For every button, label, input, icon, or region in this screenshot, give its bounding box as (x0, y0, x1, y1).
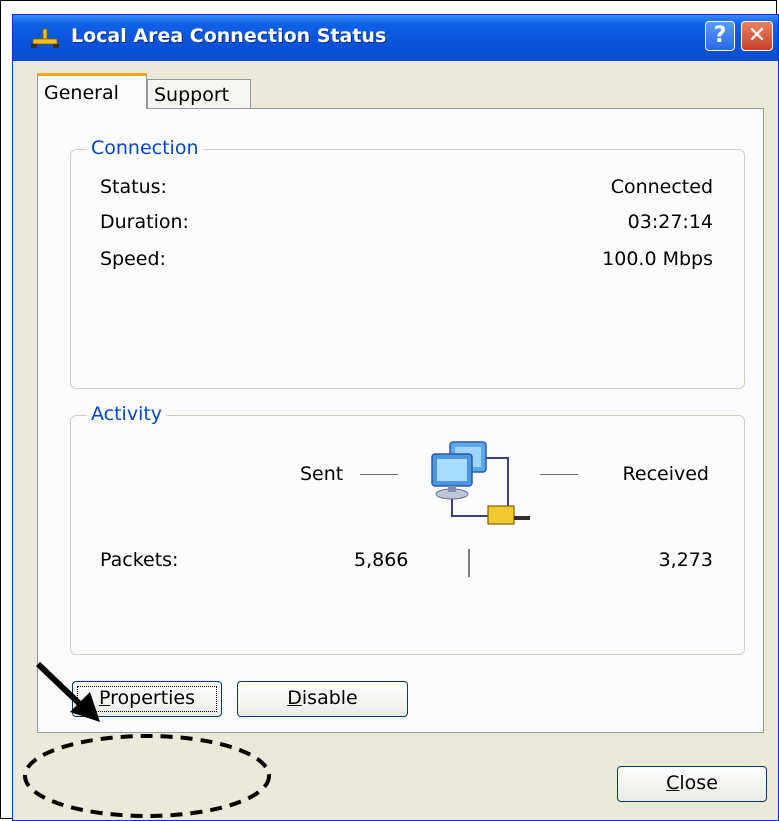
status-label: Status: (100, 176, 167, 198)
network-computers-icon (431, 441, 530, 525)
focus-ring (77, 686, 217, 712)
sent-line (360, 474, 398, 475)
speed-value: 100.0 Mbps (602, 248, 713, 270)
tab-support[interactable]: Support (147, 79, 251, 109)
close-label: lose (679, 772, 718, 794)
sent-label: Sent (300, 463, 344, 485)
activity-legend: Activity (87, 403, 167, 425)
help-button[interactable]: ? (705, 21, 735, 51)
packets-received-value: 3,273 (658, 549, 713, 571)
title-close-button[interactable]: ✕ (741, 21, 773, 51)
close-mnemonic: C (666, 772, 680, 794)
close-button[interactable]: Close (617, 766, 767, 802)
disable-button[interactable]: Disable (237, 681, 408, 717)
speed-label: Speed: (100, 248, 166, 270)
duration-value: 03:27:14 (627, 211, 713, 233)
properties-button[interactable]: Properties (72, 681, 222, 717)
activity-group: Activity (70, 403, 745, 655)
window-title: Local Area Connection Status (71, 25, 387, 47)
packets-sent-value: 5,866 (354, 549, 409, 571)
status-value: Connected (610, 176, 713, 198)
title-bar[interactable]: Local Area Connection Status ? ✕ (13, 15, 778, 61)
disable-label: isable (301, 687, 358, 709)
packets-label: Packets: (100, 549, 179, 571)
packets-divider (468, 549, 470, 577)
connection-legend: Connection (87, 137, 203, 159)
duration-label: Duration: (100, 211, 189, 233)
tab-general[interactable]: General (37, 73, 147, 109)
general-tab-panel: Connection Activity (37, 108, 764, 733)
disable-mnemonic: D (287, 687, 302, 709)
network-connection-icon (31, 28, 59, 48)
received-label: Received (622, 463, 709, 485)
received-line (540, 474, 578, 475)
